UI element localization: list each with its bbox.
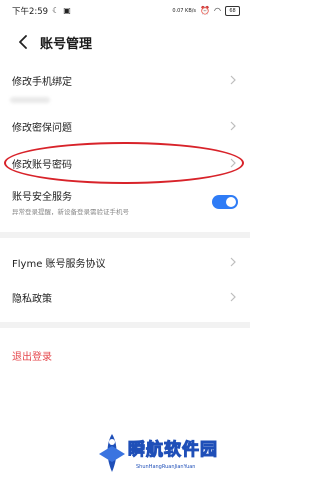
- moon-icon: ☾: [52, 6, 60, 15]
- watermark-logo-icon: [99, 434, 125, 472]
- row-change-phone[interactable]: 修改手机绑定: [0, 68, 250, 92]
- page-title: 账号管理: [40, 36, 93, 52]
- status-bar: 下午2:59 ☾ ▣ 0.07 KB/s ⏰ ◠ 68: [0, 0, 250, 22]
- row-label: Flyme 账号服务协议: [12, 258, 106, 270]
- watermark-text: 瞬航软件园: [128, 440, 218, 461]
- row-label: 修改手机绑定: [12, 76, 72, 88]
- row-privacy-policy[interactable]: 隐私政策: [0, 285, 250, 309]
- section-divider: [0, 232, 250, 238]
- net-speed: 0.07 KB/s: [172, 7, 197, 14]
- notification-icon: ▣: [63, 6, 71, 15]
- row-service-agreement[interactable]: Flyme 账号服务协议: [0, 250, 250, 274]
- chevron-right-icon: [228, 75, 238, 85]
- row-label: 修改密保问题: [12, 122, 72, 134]
- app-header: 账号管理: [0, 28, 250, 56]
- status-left: 下午2:59 ☾ ▣: [12, 5, 71, 18]
- back-arrow-icon[interactable]: [10, 29, 36, 55]
- chevron-right-icon: [228, 292, 238, 302]
- status-time: 下午2:59: [12, 7, 49, 17]
- logout-button[interactable]: 退出登录: [0, 343, 250, 367]
- row-account-security-service: 账号安全服务 异常登录提醒，新设备登录需验证手机号: [0, 188, 250, 216]
- row-text-group: 账号安全服务 异常登录提醒，新设备登录需验证手机号: [12, 188, 129, 216]
- wifi-icon: ◠: [214, 6, 221, 15]
- logout-label: 退出登录: [12, 351, 52, 363]
- row-label: 修改账号密码: [12, 159, 72, 171]
- section-divider: [0, 322, 250, 328]
- security-service-toggle[interactable]: [212, 195, 238, 209]
- status-right: 0.07 KB/s ⏰ ◠ 68: [172, 6, 240, 16]
- chevron-right-icon: [228, 158, 238, 168]
- watermark-pinyin: ShunHangRuanJianYuan: [136, 464, 196, 470]
- row-label: 账号安全服务: [12, 192, 72, 203]
- battery-icon: 68: [225, 6, 240, 16]
- row-subtitle: 异常登录提醒，新设备登录需验证手机号: [12, 208, 129, 216]
- chevron-right-icon: [228, 257, 238, 267]
- watermark: 瞬航软件园 ShunHangRuanJianYuan: [96, 432, 244, 490]
- blurred-phone-number: [10, 97, 50, 103]
- row-change-password[interactable]: 修改账号密码: [0, 151, 250, 175]
- row-change-security-question[interactable]: 修改密保问题: [0, 114, 250, 138]
- chevron-right-icon: [228, 121, 238, 131]
- toggle-knob: [226, 197, 236, 207]
- alarm-icon: ⏰: [200, 6, 211, 15]
- row-label: 隐私政策: [12, 293, 52, 305]
